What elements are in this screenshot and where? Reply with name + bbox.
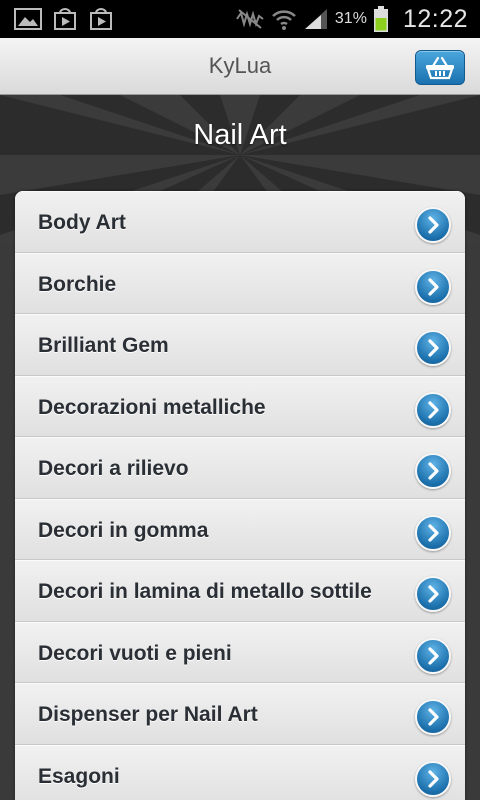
list-item[interactable]: Decori in gomma (15, 498, 465, 560)
chevron-right-icon[interactable] (415, 268, 451, 305)
list-item[interactable]: Body Art (15, 191, 465, 253)
list-item-label: Esagoni (38, 764, 120, 788)
battery-percent: 31% (334, 10, 367, 27)
list-item-label: Brilliant Gem (38, 334, 169, 357)
system-status: 31% 12:22 (235, 0, 468, 38)
app-header: KyLua (0, 38, 480, 95)
list-item[interactable]: Decori vuoti e pieni (15, 621, 465, 683)
list-item[interactable]: Decorazioni metalliche (15, 375, 465, 437)
notification-icons (14, 7, 114, 31)
chevron-right-icon[interactable] (415, 207, 451, 243)
list-item[interactable]: Brilliant Gem (15, 314, 465, 376)
list-item-label: Borchie (38, 272, 117, 296)
chevron-right-icon[interactable] (415, 576, 451, 612)
list-item[interactable]: Esagoni (15, 744, 465, 800)
list-item-label: Decorazioni metalliche (38, 395, 266, 419)
list-item[interactable]: Dispenser per Nail Art (15, 683, 465, 745)
list-item-label: Decori a rilievo (38, 457, 189, 480)
basket-icon (426, 56, 454, 79)
play-store-icon (54, 8, 76, 30)
clock: 12:22 (402, 4, 468, 33)
list-item[interactable]: Borchie (15, 252, 465, 314)
chevron-right-icon[interactable] (415, 699, 451, 735)
category-list: Body Art Borchie Brilliant Gem Decorazio… (15, 191, 465, 800)
category-title: Nail Art (193, 119, 287, 151)
list-item-label: Dispenser per Nail Art (38, 703, 258, 726)
mute-icon (236, 9, 264, 29)
chevron-right-icon[interactable] (415, 760, 451, 797)
chevron-right-icon[interactable] (415, 330, 451, 366)
cart-button[interactable] (415, 50, 465, 85)
list-item-label: Body Art (38, 211, 126, 234)
list-item-label: Decori vuoti e pieni (38, 641, 232, 665)
chevron-right-icon[interactable] (415, 514, 451, 551)
battery-icon (373, 6, 388, 32)
list-item-label: Decori in lamina di metallo sottile (38, 580, 372, 603)
list-item-label: Decori in gomma (38, 518, 209, 542)
chevron-right-icon[interactable] (415, 637, 451, 674)
signal-icon (304, 9, 327, 29)
status-bar: 31% 12:22 (0, 0, 480, 38)
chevron-right-icon[interactable] (415, 453, 451, 489)
shop-icon (90, 8, 112, 30)
chevron-right-icon[interactable] (415, 391, 451, 428)
wifi-icon (272, 10, 296, 30)
list-item[interactable]: Decori a rilievo (15, 437, 465, 499)
app-title: KyLua (208, 53, 272, 78)
list-item[interactable]: Decori in lamina di metallo sottile (15, 560, 465, 622)
image-icon (14, 8, 42, 30)
